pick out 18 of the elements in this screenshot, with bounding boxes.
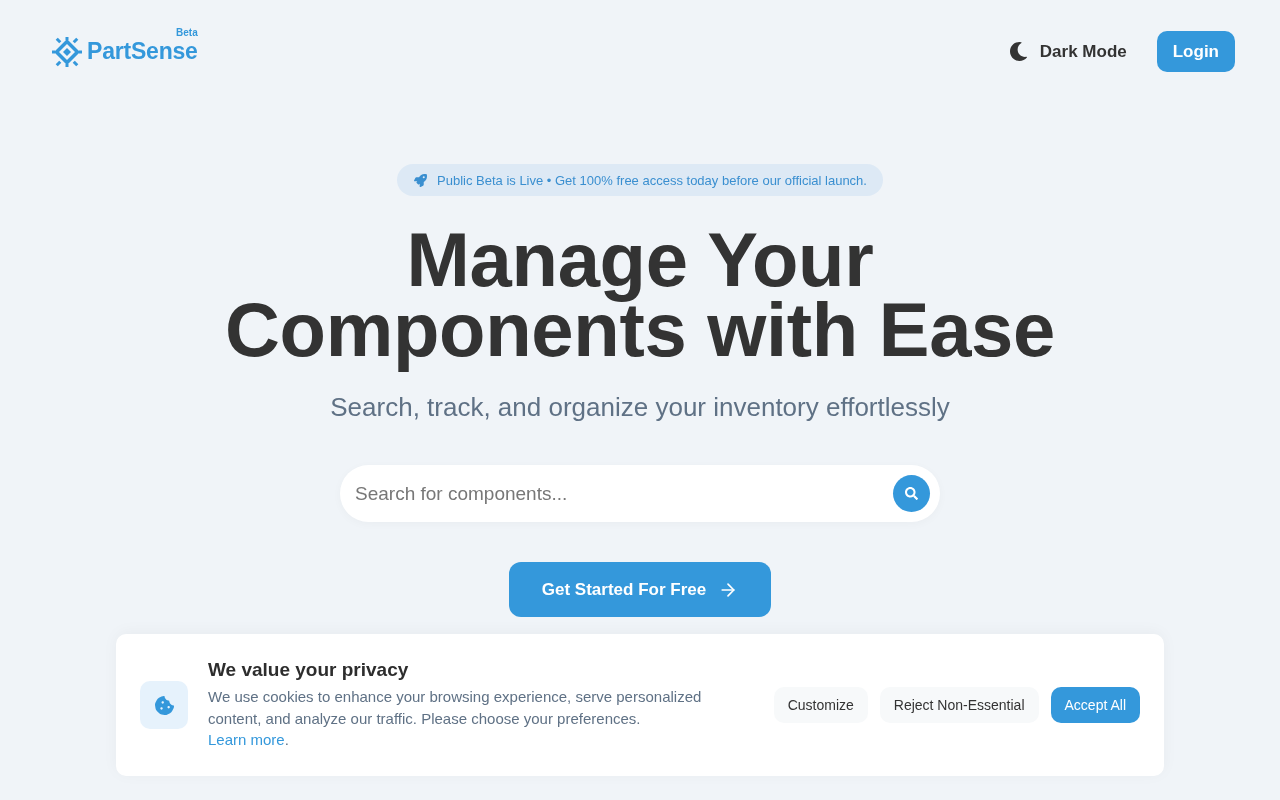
cookie-icon — [140, 681, 188, 729]
cookie-option-button[interactable]: Customize — [773, 687, 868, 723]
hero-subtitle: Search, track, and organize your inventory effortlessly — [330, 391, 950, 424]
announcement-text: Public Beta is Live • Get 100% free access today before our official launch. — [437, 172, 867, 188]
login-button[interactable]: Login — [1156, 31, 1235, 72]
cookie-title: We value your privacy — [208, 659, 410, 682]
accept-button[interactable]: Accept All — [1050, 687, 1140, 723]
logo-icon — [52, 36, 82, 67]
learn-more-link[interactable]: Learn more — [208, 731, 285, 749]
get-started-button[interactable]: Get Started For Free — [509, 562, 771, 617]
search-field[interactable]: Search for components... — [340, 465, 940, 522]
search-icon — [905, 487, 918, 500]
cookie-option-button[interactable]: Reject Non-Essential — [879, 687, 1039, 723]
beta-label: Beta — [176, 27, 198, 38]
dark-mode-toggle[interactable]: Dark Mode — [1008, 41, 1127, 62]
moon-icon — [1008, 42, 1028, 61]
rocket-icon — [414, 173, 427, 187]
cookie-description: We use cookies to enhance your browsing experience, serve personalized content, and analyze our traffic. Please choose your preferences. Learn more. — [208, 687, 703, 751]
